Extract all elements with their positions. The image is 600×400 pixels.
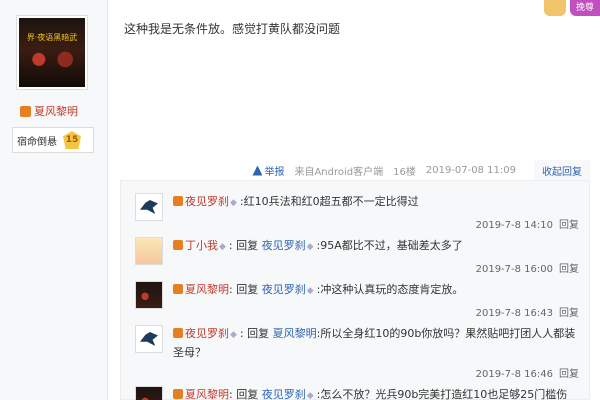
medal-icon (543, 0, 566, 16)
bar-level-badge[interactable]: 宿命倒悬 15 (12, 127, 94, 153)
list-item: 夏风黎明: 回复 夜见罗刹◆:冲这种认真玩的态度肯定放。 2019-7-8 16… (135, 281, 579, 319)
fold-replies-button[interactable]: 收起回复 (534, 160, 590, 181)
reply-button[interactable]: 回复 (559, 308, 579, 319)
reply-button[interactable]: 回复 (559, 369, 579, 380)
reply-target[interactable]: 夏风黎明 (273, 327, 317, 340)
diamond-icon: ◆ (230, 330, 237, 340)
reply-content: 红10兵法和红0超五都不一定比得过 (243, 195, 419, 208)
report-label: 举报 (264, 167, 285, 178)
reply-content: :怎么不放？光兵90b完美打造红10也足够25门槛伤 (316, 388, 568, 400)
user-badge-icon (20, 105, 31, 117)
reply-target[interactable]: 夜见罗刹 (262, 388, 306, 400)
reply-button[interactable]: 回复 (559, 264, 579, 275)
reply-username[interactable]: 夏风黎明 (185, 283, 229, 296)
post-time: 2019-07-08 11:09 (425, 165, 516, 176)
user-badge-icon (173, 240, 183, 250)
post-content: 这种我是无条件放。感觉打黄队都没问题 (124, 22, 341, 36)
avatar-caption: 界·夜语黑暗武 (26, 33, 78, 42)
post-tail: 举报 来自Android客户端 16楼 2019-07-08 11:09 收起回… (252, 160, 590, 181)
diamond-icon: ◆ (306, 242, 314, 252)
list-item: 夜见罗刹◆: 回复 夏风黎明:所以全身红10的90b你放吗？果然贴吧打团人人都装… (135, 325, 579, 380)
username-row[interactable]: 夏风黎明 (20, 103, 78, 119)
diamond-icon: ◆ (230, 198, 237, 208)
reply-username[interactable]: 夜见罗刹 (185, 327, 229, 340)
diamond-icon: ◆ (219, 242, 226, 252)
diamond-icon: ◆ (306, 391, 314, 400)
user-badge-icon (173, 284, 183, 294)
top-badges: 挽尊 (543, 0, 600, 16)
reply-avatar[interactable] (135, 386, 163, 400)
reply-label: 回复 (236, 388, 259, 400)
list-item: 丁小我◆: 回复 夜见罗刹◆:95A都比不过，基础差太多了 2019-7-8 1… (135, 237, 579, 275)
reply-avatar[interactable] (135, 281, 163, 309)
reply-time: 2019-7-8 16:43 (475, 308, 553, 319)
username[interactable]: 夏风黎明 (34, 103, 78, 119)
reply-username[interactable]: 夜见罗刹 (185, 195, 229, 208)
user-badge-icon (173, 389, 183, 399)
diamond-icon: ◆ (306, 286, 314, 296)
reply-label: 回复 (247, 327, 270, 340)
reply-time: 2019-7-8 16:46 (475, 369, 553, 380)
reply-avatar[interactable] (135, 237, 163, 265)
reply-username[interactable]: 丁小我 (185, 239, 218, 252)
reply-time: 2019-7-8 14:10 (475, 220, 553, 231)
user-avatar[interactable]: 界·夜语黑暗武 (16, 15, 88, 90)
user-badge-icon (173, 328, 183, 338)
avatar-image: 界·夜语黑暗武 (19, 18, 85, 87)
reply-avatar[interactable] (135, 325, 163, 353)
reply-target[interactable]: 夜见罗刹 (262, 239, 306, 252)
reply-avatar[interactable] (135, 193, 163, 221)
reply-button[interactable]: 回复 (559, 220, 579, 231)
bar-title: 宿命倒悬 (17, 136, 57, 148)
team-logo-icon (140, 332, 158, 346)
team-logo-icon (140, 200, 158, 214)
list-item: 夜见罗刹◆:红10兵法和红0超五都不一定比得过 2019-7-8 14:10 回复 (135, 193, 579, 231)
reply-time: 2019-7-8 16:00 (475, 264, 553, 275)
floor-number: 16楼 (393, 167, 416, 178)
reply-content: :冲这种认真玩的态度肯定放。 (316, 283, 464, 296)
author-sidebar: 界·夜语黑暗武 夏风黎明 宿命倒悬 15 (0, 0, 108, 400)
zan-badge[interactable]: 挽尊 (569, 0, 600, 16)
reply-label: 回复 (236, 239, 259, 252)
user-badge-icon (173, 196, 183, 206)
reply-target[interactable]: 夜见罗刹 (262, 283, 306, 296)
reply-username[interactable]: 夏风黎明 (185, 388, 229, 400)
client-source: 来自Android客户端 (294, 167, 384, 178)
level-badge-icon: 15 (63, 131, 81, 149)
reply-content: :95A都比不过，基础差太多了 (316, 239, 463, 252)
list-item: 夏风黎明: 回复 夜见罗刹◆:怎么不放？光兵90b完美打造红10也足够25门槛伤 (135, 386, 579, 400)
warning-icon (252, 165, 263, 176)
report-link[interactable]: 举报 (252, 163, 284, 178)
sub-reply-list: 夜见罗刹◆:红10兵法和红0超五都不一定比得过 2019-7-8 14:10 回复… (120, 180, 590, 400)
reply-label: 回复 (236, 283, 259, 296)
